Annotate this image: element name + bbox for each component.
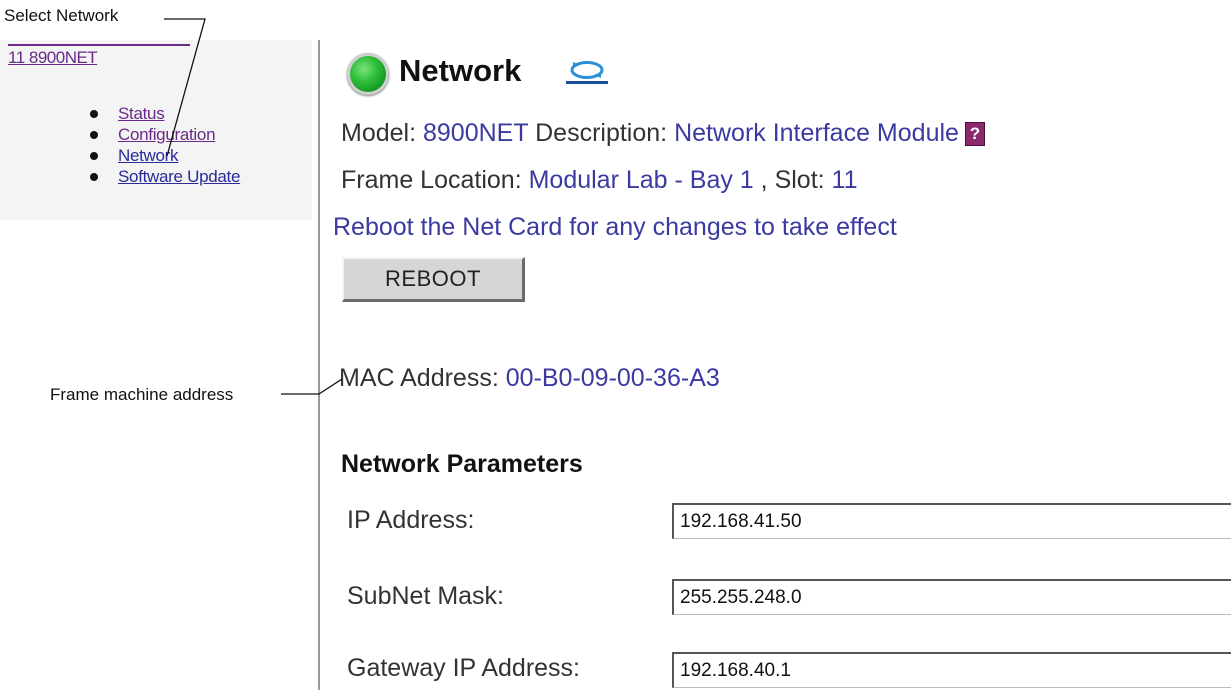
frame-slot-link[interactable]: 11 8900NET [8,48,98,68]
reboot-button[interactable]: REBOOT [342,257,525,302]
green-status-led-icon [347,53,389,95]
network-parameters-title: Network Parameters [341,450,583,478]
select-network-callout: Select Network [4,6,119,25]
frame-location-line: Frame Location: Modular Lab - Bay 1 , Sl… [341,166,858,195]
slot-value: 11 [831,166,858,194]
help-icon[interactable]: ? [964,122,985,146]
sidebar-link-configuration[interactable]: Configuration [118,125,216,145]
subnet-mask-input[interactable] [672,579,1231,615]
frame-machine-address-callout: Frame machine address [50,385,234,404]
model-value: 8900NET [423,119,529,147]
subnet-mask-label: SubNet Mask: [347,582,505,610]
bullet-icon [90,152,98,160]
reboot-note: Reboot the Net Card for any changes to t… [333,213,897,241]
slot-label: , Slot: [760,166,825,194]
mac-address-line: MAC Address: 00-B0-09-00-36-A3 [339,364,720,393]
frame-location-label: Frame Location: [341,166,522,194]
model-line: Model: 8900NET Description: Network Inte… [341,119,985,148]
sidebar-link-network[interactable]: Network [118,146,179,166]
refresh-icon[interactable] [565,58,609,86]
bullet-icon [90,110,98,118]
model-label: Model: [341,119,417,147]
mac-address-label: MAC Address: [339,364,499,392]
ip-address-input[interactable] [672,503,1231,539]
gateway-ip-address-input[interactable] [672,652,1231,688]
description-label: Description: [535,119,668,147]
nav-divider [8,44,190,46]
bullet-icon [90,131,98,139]
frame-divider [318,40,320,690]
frame-location-value: Modular Lab - Bay 1 [528,166,754,194]
sidebar-link-software-update[interactable]: Software Update [118,167,240,187]
bullet-icon [90,173,98,181]
page-title: Network [399,53,522,88]
ip-address-label: IP Address: [347,506,475,534]
mac-address-value: 00-B0-09-00-36-A3 [505,364,720,392]
sidebar-link-status[interactable]: Status [118,104,165,124]
gateway-ip-address-label: Gateway IP Address: [347,654,580,682]
description-value: Network Interface Module [674,119,959,147]
